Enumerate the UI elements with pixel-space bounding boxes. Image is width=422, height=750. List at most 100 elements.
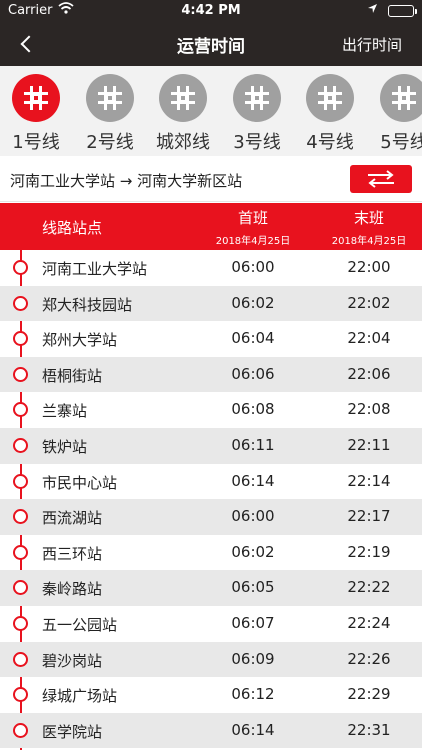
table-row[interactable]: 兰寨站 06:08 22:08 [0, 392, 422, 428]
station-name: 碧沙岗站 [42, 651, 103, 670]
station-dot-icon [13, 437, 28, 453]
location-arrow-icon [367, 3, 378, 17]
first-train-time: 06:11 [231, 435, 275, 454]
station-name: 市民中心站 [42, 473, 118, 492]
first-train-time: 06:05 [231, 578, 275, 597]
last-train-time: 22:06 [347, 364, 391, 383]
last-train-time: 22:19 [347, 542, 391, 561]
last-train-time: 22:14 [347, 471, 391, 490]
table-row[interactable]: 西流湖站 06:00 22:17 [0, 499, 422, 535]
station-dot-icon [13, 260, 28, 275]
station-name: 河南工业大学站 [42, 260, 148, 278]
station-dot-icon [13, 473, 28, 489]
swap-direction-button[interactable] [350, 165, 412, 193]
last-train-time: 22:24 [347, 613, 391, 632]
station-name: 西三环站 [42, 544, 103, 563]
line-tab-3[interactable]: 3号线 [221, 74, 293, 154]
station-name: 郑大科技园站 [42, 295, 133, 314]
station-name: 西流湖站 [42, 509, 103, 528]
first-train-time: 06:14 [231, 471, 275, 490]
station-name: 医学院站 [42, 722, 103, 741]
schedule-table: 河南工业大学站 06:00 22:00 郑大科技园站 06:02 22:02 郑州大学站 06… [0, 250, 422, 749]
column-header-first-train: 首班 2018年4月25日 [198, 207, 308, 247]
station-name: 秦岭路站 [42, 580, 103, 599]
first-train-time: 06:09 [231, 649, 275, 668]
line-label: 4号线 [306, 132, 354, 153]
first-train-time: 06:08 [231, 400, 275, 419]
table-row[interactable]: 医学院站 06:14 22:31 [0, 712, 422, 749]
last-train-time: 22:26 [347, 649, 391, 668]
station-name: 铁炉站 [42, 437, 88, 456]
first-train-time: 06:14 [231, 720, 275, 739]
table-row[interactable]: 绿城广场站 06:12 22:29 [0, 677, 422, 713]
last-train-time: 22:22 [347, 578, 391, 597]
station-name: 郑州大学站 [42, 331, 118, 350]
metro-logo-icon [233, 74, 281, 122]
first-train-time: 06:04 [231, 329, 275, 348]
first-train-label: 首班 [237, 209, 268, 227]
table-row[interactable]: 河南工业大学站 06:00 22:00 [0, 250, 422, 286]
table-row[interactable]: 五一公园站 06:07 22:24 [0, 606, 422, 642]
line-label: 城郊线 [156, 132, 210, 153]
metro-logo-icon [306, 74, 354, 122]
table-row[interactable]: 铁炉站 06:11 22:11 [0, 427, 422, 464]
table-row[interactable]: 西三环站 06:02 22:19 [0, 535, 422, 571]
station-dot-icon [13, 722, 28, 738]
status-time: 4:42 PM [181, 3, 241, 18]
table-row[interactable]: 秦岭路站 06:05 22:22 [0, 570, 422, 606]
station-name: 兰寨站 [42, 402, 88, 421]
last-train-time: 22:08 [347, 400, 391, 419]
station-name: 梧桐街站 [42, 366, 103, 385]
line-label: 1号线 [12, 132, 60, 153]
line-tab-5[interactable]: 5号线 [368, 74, 422, 154]
status-bar: Carrier 4:42 PM [0, 0, 422, 22]
first-train-time: 06:02 [231, 293, 275, 312]
station-dot-icon [13, 295, 28, 311]
first-train-time: 06:00 [231, 507, 275, 526]
line-label: 5号线 [380, 132, 422, 153]
line-selector: 1号线 2号线 城郊线 3号线 4号线 5号线 [0, 66, 422, 156]
column-header-station: 线路站点 [42, 219, 103, 237]
metro-logo-icon [86, 74, 134, 122]
metro-logo-icon [159, 74, 207, 122]
table-row[interactable]: 碧沙岗站 06:09 22:26 [0, 641, 422, 678]
last-train-time: 22:00 [347, 258, 391, 276]
last-train-time: 22:04 [347, 329, 391, 348]
first-train-time: 06:06 [231, 364, 275, 383]
table-row[interactable]: 郑州大学站 06:04 22:04 [0, 321, 422, 357]
station-dot-icon [13, 331, 28, 347]
station-dot-icon [13, 651, 28, 667]
first-train-time: 06:07 [231, 613, 275, 632]
last-train-time: 22:02 [347, 293, 391, 312]
station-dot-icon [13, 615, 28, 631]
last-train-time: 22:17 [347, 507, 391, 526]
travel-time-button[interactable]: 出行时间 [342, 34, 402, 55]
first-train-time: 06:00 [231, 258, 275, 276]
station-dot-icon [13, 402, 28, 418]
station-name: 绿城广场站 [42, 687, 118, 706]
last-train-time: 22:29 [347, 685, 391, 704]
line-tab-2[interactable]: 2号线 [74, 74, 146, 154]
station-dot-icon [13, 580, 28, 596]
table-row[interactable]: 市民中心站 06:14 22:14 [0, 464, 422, 500]
battery-icon [388, 5, 417, 17]
last-train-time: 22:31 [347, 720, 391, 739]
station-dot-icon [13, 509, 28, 525]
schedule-table-header: 线路站点 首班 2018年4月25日 末班 2018年4月25日 [0, 203, 422, 250]
first-train-time: 06:02 [231, 542, 275, 561]
table-row[interactable]: 梧桐街站 06:06 22:06 [0, 356, 422, 393]
station-name: 五一公园站 [42, 615, 118, 634]
route-label: 河南工业大学站 → 河南大学新区站 [10, 172, 243, 190]
station-dot-icon [13, 366, 28, 382]
station-dot-icon [13, 687, 28, 703]
column-header-last-train: 末班 2018年4月25日 [314, 207, 422, 247]
line-tab-4[interactable]: 4号线 [294, 74, 366, 154]
line-tab-1[interactable]: 1号线 [0, 74, 72, 154]
line-label: 2号线 [86, 132, 134, 153]
swap-arrows-icon [368, 170, 394, 188]
table-row[interactable]: 郑大科技园站 06:02 22:02 [0, 285, 422, 322]
first-train-time: 06:12 [231, 685, 275, 704]
line-label: 3号线 [233, 132, 281, 153]
line-tab-suburban[interactable]: 城郊线 [147, 74, 219, 154]
route-bar: 河南工业大学站 → 河南大学新区站 [0, 156, 422, 202]
